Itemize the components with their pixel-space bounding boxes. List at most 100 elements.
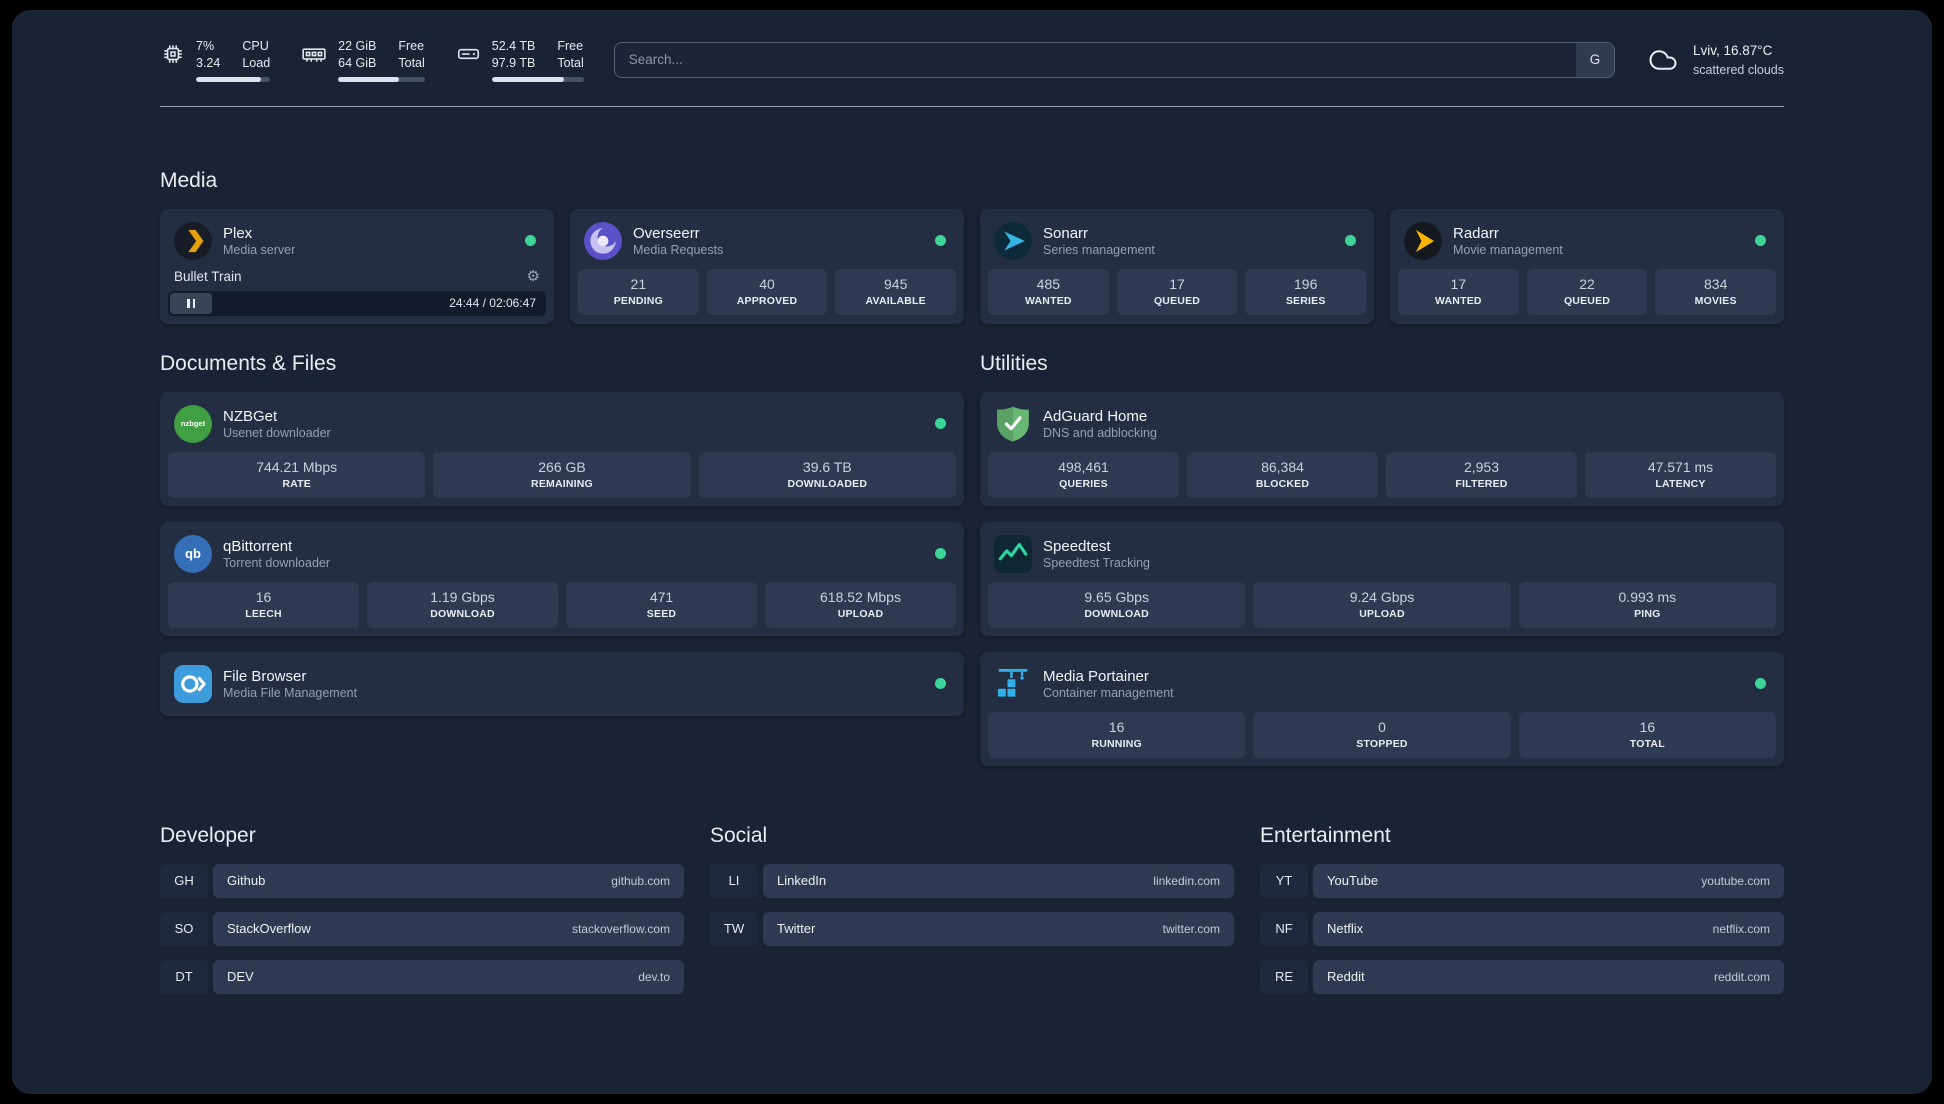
bookmark-name: Netflix	[1327, 921, 1364, 937]
bookmark-url: youtube.com	[1701, 873, 1770, 888]
disk-progress-bar	[491, 76, 584, 82]
service-name: Plex	[223, 224, 253, 242]
pause-icon	[187, 298, 190, 308]
disk-icon	[455, 41, 482, 67]
stat-ping: 0.993 ms PING	[1518, 581, 1776, 628]
search-bar: G	[613, 41, 1615, 78]
stat-remaining: 266 GB REMAINING	[433, 451, 691, 498]
weather-condition: scattered clouds	[1692, 62, 1784, 77]
status-dot	[935, 678, 946, 690]
disk-free-label: Free	[557, 39, 584, 53]
disk-widget: 52.4 TB 97.9 TB Free Total	[455, 38, 584, 82]
media-player-bar[interactable]: 24:44 / 02:06:47	[168, 290, 546, 316]
status-dot	[935, 235, 946, 247]
service-card-overseerr[interactable]: Overseerr Media Requests 21 PENDING 40 A…	[570, 208, 964, 324]
search-input[interactable]	[613, 41, 1615, 78]
bookmark-youtube[interactable]: YT YouTube youtube.com	[1260, 863, 1784, 898]
bookmark-name: Reddit	[1327, 969, 1365, 985]
stat-download: 9.65 Gbps DOWNLOAD	[988, 581, 1246, 628]
section-title-media: Media	[160, 168, 218, 192]
pause-button[interactable]	[170, 292, 212, 314]
bookmark-abbr: GH	[160, 863, 208, 898]
topbar-divider	[160, 105, 1784, 107]
status-dot	[1345, 235, 1356, 247]
bookmark-url: stackoverflow.com	[571, 921, 670, 936]
bookmark-bar: Reddit reddit.com	[1313, 959, 1784, 994]
bookmark-abbr: TW	[710, 911, 758, 946]
bookmark-abbr: LI	[710, 863, 758, 898]
bookmark-reddit[interactable]: RE Reddit reddit.com	[1260, 959, 1784, 994]
bookmark-abbr: SO	[160, 911, 208, 946]
playback-time: 24:44 / 02:06:47	[449, 296, 536, 311]
memory-free-label: Free	[398, 39, 425, 53]
service-card-nzbget[interactable]: nzbget NZBGet Usenet downloader 744.21 M…	[160, 391, 964, 506]
bookmark-stackoverflow[interactable]: SO StackOverflow stackoverflow.com	[160, 911, 684, 946]
disk-total-label: Total	[557, 55, 584, 70]
stat-wanted: 17 WANTED	[1398, 268, 1519, 315]
portainer-icon	[994, 665, 1032, 703]
memory-progress-bar	[338, 76, 425, 82]
media-card-row: Plex Media server Bullet Train ⚙ 24:44 /…	[160, 208, 1784, 324]
status-dot	[1755, 235, 1766, 247]
sonarr-icon	[994, 221, 1032, 260]
service-card-plex[interactable]: Plex Media server Bullet Train ⚙ 24:44 /…	[160, 208, 554, 324]
service-card-filebrowser[interactable]: File Browser Media File Management	[160, 651, 964, 716]
service-name: qBittorrent	[223, 537, 293, 555]
bookmark-group-title: Entertainment	[1260, 823, 1391, 847]
service-card-portainer[interactable]: Media Portainer Container management 16 …	[980, 651, 1784, 766]
radarr-icon	[1404, 221, 1442, 260]
service-subtitle: DNS and adblocking	[1043, 425, 1157, 440]
stat-leech: 16 LEECH	[168, 581, 359, 628]
status-dot	[525, 235, 536, 247]
service-subtitle: Movie management	[1453, 242, 1563, 257]
bookmark-url: linkedin.com	[1153, 873, 1220, 888]
search-provider-button[interactable]: G	[1575, 42, 1614, 77]
service-card-radarr[interactable]: Radarr Movie management 17 WANTED 22 QUE…	[1390, 208, 1784, 324]
bookmark-github[interactable]: GH Github github.com	[160, 863, 684, 898]
service-card-speedtest[interactable]: Speedtest Speedtest Tracking 9.65 Gbps D…	[980, 521, 1784, 636]
section-title-utilities: Utilities	[980, 351, 1048, 375]
service-name: AdGuard Home	[1043, 407, 1148, 425]
gear-icon[interactable]: ⚙	[527, 269, 540, 284]
bookmark-name: StackOverflow	[227, 921, 311, 937]
cpu-label: CPU	[242, 39, 269, 53]
bookmark-netflix[interactable]: NF Netflix netflix.com	[1260, 911, 1784, 946]
section-title-documents: Documents & Files	[160, 351, 337, 375]
bookmark-linkedin[interactable]: LI LinkedIn linkedin.com	[710, 863, 1234, 898]
cpu-progress-bar	[196, 76, 271, 82]
speedtest-icon	[994, 534, 1032, 573]
bookmark-bar: Twitter twitter.com	[763, 911, 1234, 946]
bookmark-dev[interactable]: DT DEV dev.to	[160, 959, 684, 994]
stat-queries: 498,461 QUERIES	[988, 451, 1179, 498]
adguard-icon	[994, 405, 1032, 443]
qbittorrent-icon: qb	[174, 534, 212, 573]
service-card-sonarr[interactable]: Sonarr Series management 485 WANTED 17 Q…	[980, 208, 1374, 324]
service-subtitle: Media Requests	[633, 242, 724, 257]
service-card-qbittorrent[interactable]: qb qBittorrent Torrent downloader 16 LEE…	[160, 521, 964, 636]
overseerr-icon	[584, 221, 622, 260]
service-name: Radarr	[1453, 224, 1499, 242]
memory-widget: 22 GiB 64 GiB Free Total	[300, 38, 425, 82]
service-subtitle: Speedtest Tracking	[1043, 555, 1151, 570]
stat-queued: 17 QUEUED	[1116, 268, 1238, 315]
stat-upload: 9.24 Gbps UPLOAD	[1253, 581, 1511, 628]
stat-filtered: 2,953 FILTERED	[1386, 451, 1577, 498]
memory-total-value: 64 GiB	[338, 55, 377, 70]
stat-queued: 22 QUEUED	[1526, 268, 1648, 315]
stat-available: 945 AVAILABLE	[835, 268, 957, 315]
cpu-load-value: 3.24	[196, 55, 221, 70]
memory-total-label: Total	[398, 55, 425, 70]
stat-pending: 21 PENDING	[578, 268, 699, 315]
stat-seed: 471 SEED	[566, 581, 757, 628]
service-card-adguard[interactable]: AdGuard Home DNS and adblocking 498,461 …	[980, 391, 1784, 506]
middle-columns: Documents & Files nzbget NZBGet Usenet d…	[160, 352, 1784, 766]
memory-free-value: 22 GiB	[338, 39, 377, 53]
bookmark-twitter[interactable]: TW Twitter twitter.com	[710, 911, 1234, 946]
nzbget-icon: nzbget	[174, 404, 212, 443]
service-subtitle: Container management	[1043, 685, 1174, 700]
bookmark-group-entertainment: Entertainment YT YouTube youtube.com NF …	[1260, 824, 1784, 1008]
service-subtitle: Media File Management	[223, 685, 358, 700]
bookmark-bar: Netflix netflix.com	[1313, 911, 1784, 946]
stat-stopped: 0 STOPPED	[1253, 711, 1511, 758]
cpu-load-label: Load	[242, 55, 271, 70]
